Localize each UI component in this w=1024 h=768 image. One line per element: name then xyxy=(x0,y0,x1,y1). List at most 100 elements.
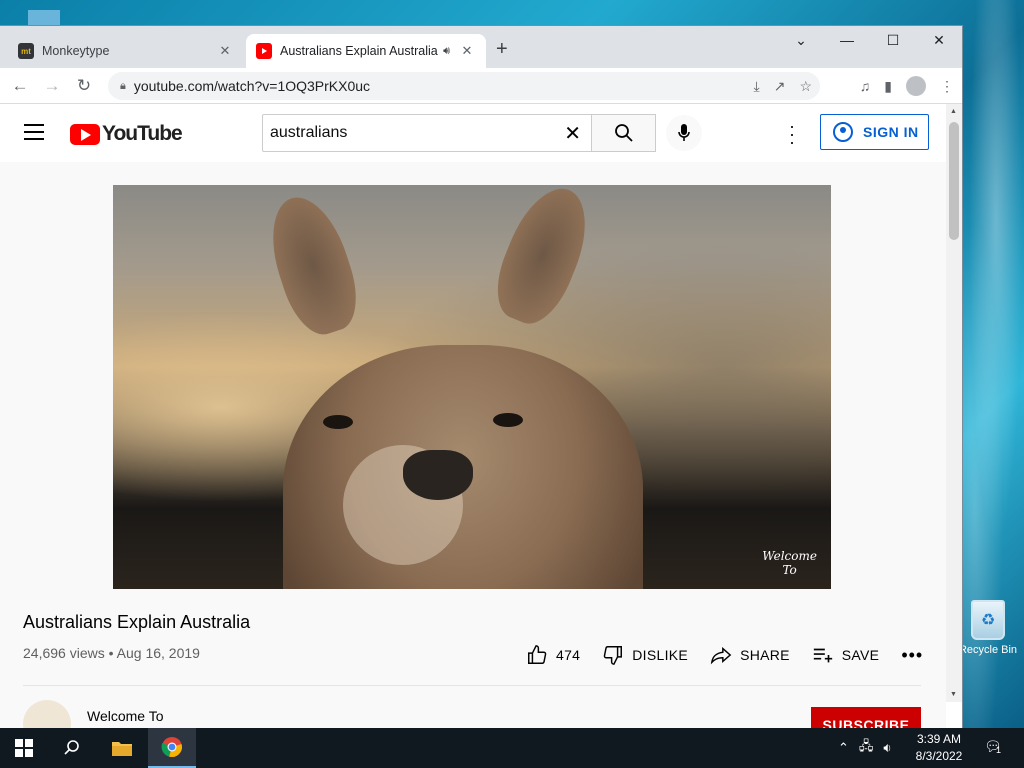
tab-monkeytype[interactable]: mt Monkeytype ✕ xyxy=(8,34,244,68)
share-icon[interactable]: ↗ xyxy=(774,78,786,95)
channel-avatar[interactable] xyxy=(23,700,71,728)
channel-watermark[interactable]: Welcome To xyxy=(762,549,817,577)
search-input[interactable]: australians ✕ xyxy=(262,114,592,152)
kangaroo-nose xyxy=(403,450,473,500)
dislike-label: DISLIKE xyxy=(632,647,689,663)
bookmark-star-icon[interactable]: ☆ xyxy=(799,78,812,95)
scroll-thumb[interactable] xyxy=(949,122,959,240)
forward-button[interactable]: → xyxy=(36,76,68,96)
microphone-icon xyxy=(678,124,690,141)
video-player[interactable]: Welcome To xyxy=(113,185,831,589)
youtube-favicon-icon xyxy=(256,43,272,59)
kangaroo-eye-right xyxy=(493,413,523,427)
settings-kebab-icon[interactable]: · · · xyxy=(782,117,802,151)
tab-youtube-video[interactable]: Australians Explain Australia 🔊︎ ✕ xyxy=(246,34,486,68)
recycle-bin-icon xyxy=(971,600,1005,640)
share-label: SHARE xyxy=(740,647,790,663)
kangaroo-head xyxy=(283,345,643,589)
reload-button[interactable]: ↻ xyxy=(68,76,100,96)
recycle-bin-label: Recycle Bin xyxy=(958,644,1018,656)
sign-in-label: SIGN IN xyxy=(863,124,919,140)
desktop-icon-partial[interactable] xyxy=(28,10,60,26)
profile-avatar[interactable] xyxy=(906,76,926,96)
close-tab-icon[interactable]: ✕ xyxy=(216,43,234,59)
taskbar-clock[interactable]: 3:39 AM 8/3/2022 xyxy=(912,731,966,765)
meta-separator: • xyxy=(108,645,117,661)
tab-search-chevron-icon[interactable]: ⌄ xyxy=(778,26,824,54)
youtube-logo[interactable]: YouTube xyxy=(70,122,183,146)
monkeytype-favicon-icon: mt xyxy=(18,43,34,59)
chrome-taskbar-button[interactable] xyxy=(148,728,196,768)
tab-title: Australians Explain Australia xyxy=(280,44,438,58)
video-actions: 474 DISLIKE SHARE SAVE ••• xyxy=(526,644,945,666)
chrome-icon xyxy=(161,737,182,757)
page-scrollbar[interactable]: ▲ ▼ xyxy=(946,104,962,702)
clear-search-icon[interactable]: ✕ xyxy=(564,121,581,146)
tab-title: Monkeytype xyxy=(42,44,110,58)
sign-in-button[interactable]: SIGN IN xyxy=(820,114,929,150)
install-icon[interactable]: ⤓ xyxy=(754,78,760,95)
share-arrow-icon xyxy=(710,646,732,665)
tray-overflow-chevron-icon[interactable]: ⌃ xyxy=(838,740,849,756)
video-title: Australians Explain Australia xyxy=(23,612,251,632)
user-circle-icon xyxy=(833,122,853,142)
hamburger-menu-icon[interactable] xyxy=(24,124,44,145)
windows-logo-icon xyxy=(15,739,33,757)
speaker-icon[interactable]: 🔊︎ xyxy=(443,45,450,58)
clock-time: 3:39 AM xyxy=(916,732,962,746)
search-button[interactable] xyxy=(592,114,656,152)
taskbar-search-button[interactable] xyxy=(48,728,96,768)
youtube-header: YouTube australians ✕ · · · SIGN IN xyxy=(0,104,946,162)
new-tab-button[interactable]: + xyxy=(496,38,508,61)
watermark-line1: Welcome xyxy=(762,549,817,563)
folder-icon xyxy=(112,742,132,756)
notification-center-icon[interactable]: 💬︎ 1 xyxy=(984,738,1004,756)
scroll-up-icon[interactable]: ▲ xyxy=(950,108,957,115)
like-count: 474 xyxy=(556,647,581,663)
chrome-menu-icon[interactable]: ⋮ xyxy=(940,78,954,95)
search-icon xyxy=(614,124,633,142)
channel-name[interactable]: Welcome To xyxy=(87,708,164,724)
playlist-add-icon xyxy=(813,648,832,663)
search-query[interactable]: australians xyxy=(270,124,347,142)
share-button[interactable]: SHARE xyxy=(710,644,790,666)
maximize-button[interactable]: ☐ xyxy=(870,26,916,54)
scroll-down-icon[interactable]: ▼ xyxy=(950,691,957,698)
close-tab-icon[interactable]: ✕ xyxy=(458,43,476,59)
save-button[interactable]: SAVE xyxy=(812,644,880,666)
like-button[interactable]: 474 xyxy=(526,644,580,666)
back-button[interactable]: ← xyxy=(4,76,36,96)
more-actions-icon[interactable]: ••• xyxy=(901,645,923,666)
save-label: SAVE xyxy=(841,647,880,663)
kangaroo-eye-left xyxy=(323,415,353,429)
media-control-icon[interactable]: ♫ xyxy=(860,78,871,94)
lock-icon[interactable]: 🔒︎ xyxy=(120,80,126,93)
file-explorer-button[interactable] xyxy=(98,728,146,768)
video-meta: 24,696 views • Aug 16, 2019 xyxy=(23,645,200,661)
view-count: 24,696 views xyxy=(23,645,105,661)
close-window-button[interactable]: ✕ xyxy=(916,26,962,54)
network-icon[interactable]: 🖧︎ xyxy=(859,737,874,759)
taskbar: ⌃ 🖧︎ 🔉︎ 3:39 AM 8/3/2022 💬︎ 1 xyxy=(0,728,1024,768)
volume-icon[interactable]: 🔉︎ xyxy=(883,740,891,756)
youtube-wordmark: YouTube xyxy=(102,122,183,145)
clock-date: 8/3/2022 xyxy=(915,749,963,763)
recycle-bin-shortcut[interactable]: Recycle Bin xyxy=(958,600,1018,656)
browser-toolbar: ← → ↻ 🔒︎ youtube.com/watch?v=1OQ3PrKX0uc… xyxy=(0,68,962,104)
system-tray: ⌃ 🖧︎ 🔉︎ xyxy=(838,728,892,768)
start-button[interactable] xyxy=(0,728,48,768)
divider xyxy=(23,685,921,686)
url-text[interactable]: youtube.com/watch?v=1OQ3PrKX0uc xyxy=(134,78,370,94)
thumbs-up-icon xyxy=(528,645,547,664)
address-bar[interactable]: 🔒︎ youtube.com/watch?v=1OQ3PrKX0uc ⤓ ↗ ☆ xyxy=(108,72,820,100)
minimize-button[interactable]: — xyxy=(824,26,870,54)
notification-count: 1 xyxy=(996,745,1002,755)
tab-strip: mt Monkeytype ✕ Australians Explain Aust… xyxy=(0,26,962,68)
dislike-button[interactable]: DISLIKE xyxy=(602,644,688,666)
search-icon xyxy=(64,740,79,755)
watermark-line2: To xyxy=(782,563,797,577)
side-panel-icon[interactable]: ▮ xyxy=(884,78,892,95)
upload-date: Aug 16, 2019 xyxy=(116,645,200,661)
voice-search-button[interactable] xyxy=(666,115,702,151)
subscribe-button[interactable]: SUBSCRIBE xyxy=(811,707,921,728)
